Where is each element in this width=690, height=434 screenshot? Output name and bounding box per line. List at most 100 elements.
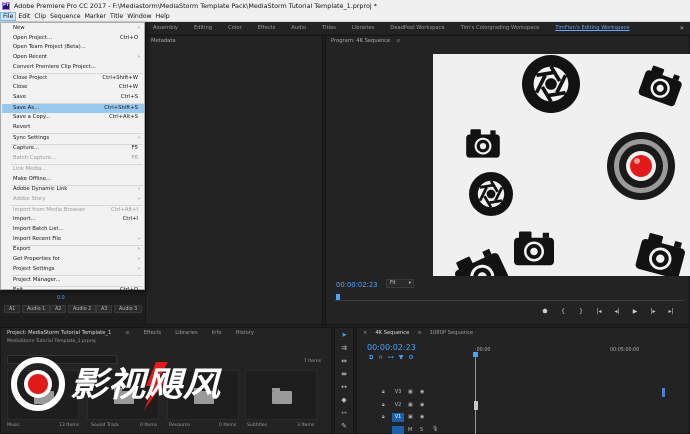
workspace-tab[interactable]: Color bbox=[220, 25, 250, 31]
file-menu-item[interactable]: Open Team Project (Beta)... bbox=[2, 43, 144, 52]
slip-tool-icon[interactable]: ⇿ bbox=[337, 407, 351, 419]
metadata-panel-title[interactable]: Metadata bbox=[151, 38, 176, 44]
track-target-button[interactable]: A1 bbox=[4, 305, 21, 313]
snap-icon[interactable]: ∩ bbox=[378, 354, 387, 361]
film-icon[interactable]: ▣ bbox=[408, 402, 413, 408]
file-menu-item[interactable]: Sync Settings › bbox=[2, 134, 144, 143]
marker-icon[interactable]: ⬟ bbox=[536, 308, 554, 315]
track-select-tool-icon[interactable]: ⇉ bbox=[337, 342, 351, 354]
file-menu-item[interactable]: Import Batch List... bbox=[2, 225, 144, 234]
bin-thumbnail[interactable] bbox=[7, 370, 79, 420]
menu-title[interactable]: Title bbox=[108, 12, 125, 21]
program-time-ruler[interactable] bbox=[334, 293, 684, 301]
bin-thumbnail[interactable] bbox=[167, 370, 239, 420]
workspace-tab[interactable]: Tim's Colorgrading Workspace bbox=[453, 25, 548, 31]
file-menu-item[interactable]: Import Recent File › bbox=[2, 235, 144, 244]
selection-tool-icon[interactable]: ➤ bbox=[337, 329, 351, 341]
panel-menu-icon[interactable]: ≡ bbox=[125, 330, 129, 336]
track-target-button[interactable]: Audio 1 bbox=[22, 305, 51, 313]
go-to-out-icon[interactable]: ▸| bbox=[662, 308, 680, 315]
file-menu-item[interactable]: Save a Copy... Ctrl+Alt+S bbox=[2, 113, 144, 122]
razor-tool-icon[interactable]: ◆ bbox=[337, 394, 351, 406]
workspace-tab[interactable]: Effects bbox=[250, 25, 284, 31]
file-menu-item[interactable]: Close Project Ctrl+Shift+W bbox=[2, 74, 144, 83]
file-menu-item[interactable]: Adobe Dynamic Link › bbox=[2, 185, 144, 194]
tab-history[interactable]: History bbox=[235, 330, 253, 336]
rolling-edit-tool-icon[interactable]: ⇼ bbox=[337, 368, 351, 380]
file-menu-item[interactable]: New › bbox=[2, 24, 144, 33]
file-menu-item[interactable]: Exit Ctrl+Q bbox=[2, 286, 144, 295]
wrench-icon[interactable]: ⚙ bbox=[408, 354, 418, 361]
pen-tool-icon[interactable]: ✎ bbox=[337, 420, 351, 432]
timeline-timecode[interactable]: 00:00:02:23 bbox=[367, 343, 416, 352]
go-to-in-icon[interactable]: |◂ bbox=[590, 308, 608, 315]
close-icon[interactable]: × bbox=[363, 330, 367, 336]
track-name[interactable] bbox=[392, 426, 404, 434]
track-name[interactable]: V2 bbox=[392, 401, 404, 410]
step-back-icon[interactable]: ◂| bbox=[608, 308, 626, 315]
file-menu-item[interactable]: Open Project... Ctrl+O bbox=[2, 34, 144, 43]
file-menu-item[interactable]: Open Recent › bbox=[2, 53, 144, 62]
microphone-icon[interactable]: 🎙︎ bbox=[432, 426, 438, 432]
workspace-overflow-icon[interactable]: » bbox=[680, 24, 690, 32]
program-monitor-title[interactable]: Program: 4K Sequence bbox=[331, 38, 390, 44]
panel-menu-icon[interactable]: ≡ bbox=[396, 38, 400, 44]
file-menu-item[interactable]: Capture... F5 bbox=[2, 144, 144, 153]
timeline-clip[interactable] bbox=[662, 388, 665, 397]
eye-icon[interactable]: ◉ bbox=[420, 414, 424, 420]
tab-effects[interactable]: Effects bbox=[144, 330, 162, 336]
file-menu-item[interactable]: Revert bbox=[2, 123, 144, 132]
lock-icon[interactable]: 🔒︎ bbox=[382, 402, 385, 408]
timeline-clip[interactable] bbox=[474, 401, 478, 410]
out-point-icon[interactable]: } bbox=[572, 308, 590, 315]
panel-menu-icon[interactable]: ≡ bbox=[417, 330, 421, 336]
menu-edit[interactable]: Edit bbox=[16, 12, 32, 21]
track-target-button[interactable]: Audio 3 bbox=[114, 305, 143, 313]
track-target-button[interactable]: A2 bbox=[50, 305, 67, 313]
eye-icon[interactable]: ◉ bbox=[420, 402, 424, 408]
in-point-icon[interactable]: { bbox=[554, 308, 572, 315]
play-icon[interactable]: ▶ bbox=[626, 308, 644, 315]
eye-icon[interactable]: ◉ bbox=[420, 389, 424, 395]
marker-icon[interactable]: ▼ bbox=[399, 354, 409, 361]
file-menu-item[interactable]: Get Properties for › bbox=[2, 255, 144, 264]
solo-button[interactable]: S bbox=[420, 427, 423, 433]
menu-marker[interactable]: Marker bbox=[83, 12, 108, 21]
program-playhead[interactable] bbox=[336, 294, 340, 300]
workspace-tab-active[interactable]: TimFlen's Editing Workspace bbox=[547, 25, 637, 31]
track-target-button[interactable]: Audio 2 bbox=[68, 305, 97, 313]
tab-1080p-sequence[interactable]: 1080P Sequence bbox=[430, 330, 474, 336]
workspace-tab[interactable]: Titles bbox=[314, 25, 344, 31]
nest-icon[interactable]: ⧉ bbox=[369, 354, 378, 361]
link-icon[interactable]: ⊶ bbox=[388, 354, 399, 361]
menu-file[interactable]: File bbox=[0, 12, 17, 21]
file-menu-item[interactable]: Make Offline... bbox=[2, 175, 144, 184]
mute-button[interactable]: M bbox=[408, 427, 412, 433]
workspace-tab[interactable]: Editing bbox=[186, 25, 220, 31]
menu-window[interactable]: Window bbox=[125, 12, 153, 21]
bin-thumbnail[interactable] bbox=[245, 370, 317, 420]
workspace-tab[interactable]: Libraries bbox=[344, 25, 382, 31]
tab-libraries[interactable]: Libraries bbox=[175, 330, 197, 336]
tab-info[interactable]: Info bbox=[212, 330, 222, 336]
file-menu-item[interactable]: Import... Ctrl+I bbox=[2, 215, 144, 224]
track-name[interactable]: V1 bbox=[392, 413, 404, 422]
file-menu-item[interactable]: Convert Premiere Clip Project... bbox=[2, 63, 144, 72]
track-name[interactable]: V3 bbox=[392, 388, 404, 397]
film-icon[interactable]: ▣ bbox=[408, 389, 413, 395]
workspace-tab[interactable]: Assembly bbox=[145, 25, 186, 31]
tab-project[interactable]: Project: MediaStorm Tutorial Template_1 bbox=[7, 330, 111, 336]
ripple-edit-tool-icon[interactable]: ⇹ bbox=[337, 355, 351, 367]
file-menu-item[interactable]: Save As... Ctrl+Shift+S bbox=[2, 103, 144, 113]
workspace-tab[interactable]: Audio bbox=[283, 25, 314, 31]
menu-sequence[interactable]: Sequence bbox=[48, 12, 83, 21]
file-menu-item[interactable]: Save Ctrl+S bbox=[2, 93, 144, 102]
menu-clip[interactable]: Clip bbox=[32, 12, 48, 21]
file-menu-item[interactable]: Project Manager... bbox=[2, 276, 144, 285]
film-icon[interactable]: ▣ bbox=[408, 414, 413, 420]
menu-help[interactable]: Help bbox=[154, 12, 172, 21]
rate-stretch-tool-icon[interactable]: ↔ bbox=[337, 381, 351, 393]
lock-icon[interactable]: 🔒︎ bbox=[382, 414, 385, 420]
file-menu-item[interactable]: Project Settings › bbox=[2, 265, 144, 274]
project-search-input[interactable] bbox=[7, 355, 117, 364]
